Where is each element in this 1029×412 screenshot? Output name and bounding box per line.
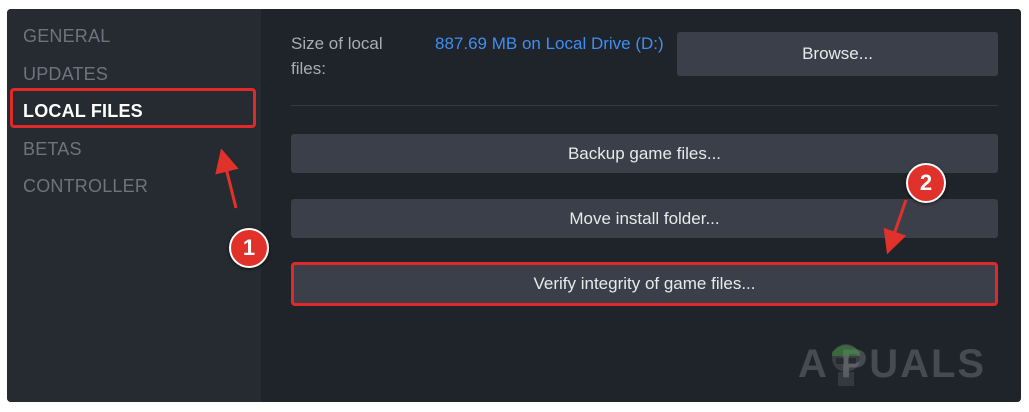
move-install-folder-button[interactable]: Move install folder... [291,199,998,238]
verify-integrity-button[interactable]: Verify integrity of game files... [291,262,998,306]
appuals-watermark: A PUALS [798,342,1008,392]
sidebar-item-general[interactable]: GENERAL [23,26,110,47]
browse-button[interactable]: Browse... [677,32,998,76]
sidebar-item-updates[interactable]: UPDATES [23,64,108,85]
sidebar-item-controller[interactable]: CONTROLLER [23,176,148,197]
callout-badge-1: 1 [229,228,269,268]
divider [291,105,998,106]
size-value-link[interactable]: 887.69 MB on Local Drive (D:) [435,31,665,56]
size-label: Size of local files: [291,34,383,78]
backup-game-files-button[interactable]: Backup game files... [291,134,998,173]
appuals-logo-icon [832,344,860,386]
sidebar-item-betas[interactable]: BETAS [23,139,82,160]
local-files-highlight-box [10,88,256,128]
callout-badge-2: 2 [906,163,946,203]
sidebar: GENERAL UPDATES LOCAL FILES BETAS CONTRO… [7,9,261,402]
